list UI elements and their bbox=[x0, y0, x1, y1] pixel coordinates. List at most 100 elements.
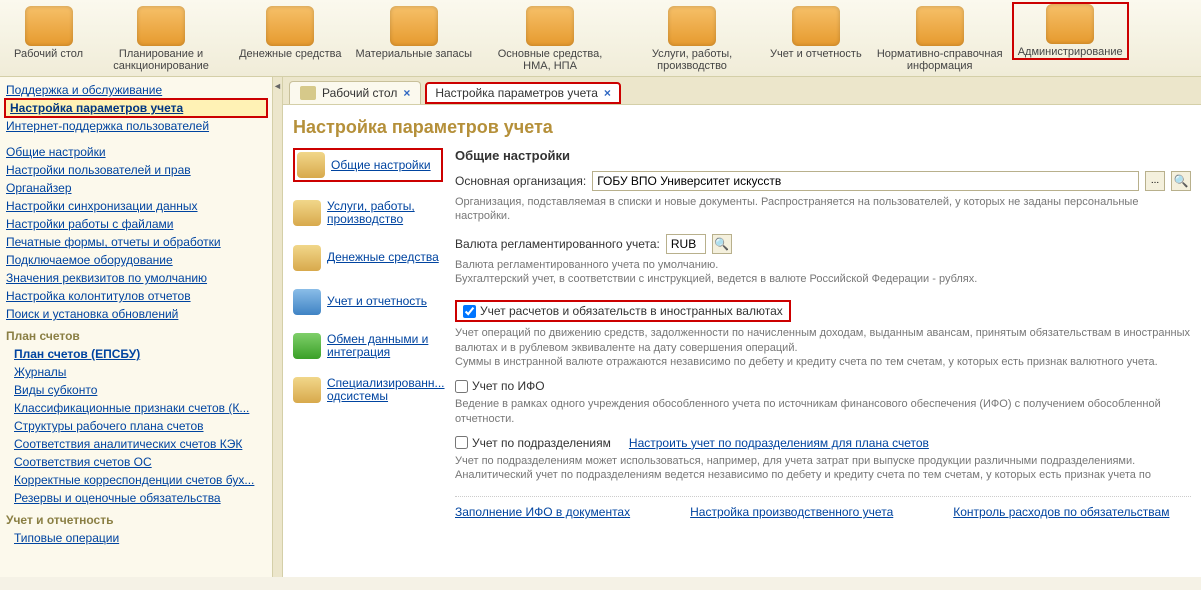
bottom-links: Заполнение ИФО в документах Настройка пр… bbox=[455, 496, 1191, 519]
sb-subkonto[interactable]: Виды субконто bbox=[14, 381, 266, 399]
tool-label: Нормативно-справочная информация bbox=[876, 48, 1004, 72]
tab-settings[interactable]: Настройка параметров учета × bbox=[425, 82, 621, 104]
sb-general[interactable]: Общие настройки bbox=[6, 143, 266, 161]
assets-icon bbox=[526, 6, 574, 46]
tool-cash[interactable]: Денежные средства bbox=[233, 4, 347, 62]
help-line: Валюта регламентированного учета по умол… bbox=[455, 259, 718, 271]
sb-plan-main[interactable]: План счетов (ЕПСБУ) bbox=[14, 345, 266, 363]
sb-print[interactable]: Печатные формы, отчеты и обработки bbox=[6, 233, 266, 251]
tool-label: Услуги, работы, производство bbox=[628, 48, 756, 72]
foreign-currency-checkbox[interactable] bbox=[463, 305, 476, 318]
sb-correspond[interactable]: Корректные корреспонденции счетов бух... bbox=[14, 471, 266, 489]
tool-materials[interactable]: Материальные запасы bbox=[350, 4, 479, 62]
section-nav: Общие настройки Услуги, работы, производ… bbox=[293, 148, 443, 519]
sb-analytic-kek[interactable]: Соответствия аналитических счетов КЭК bbox=[14, 435, 266, 453]
sb-typical-ops[interactable]: Типовые операции bbox=[14, 529, 266, 547]
exchange-icon bbox=[293, 333, 321, 359]
services-icon bbox=[668, 6, 716, 46]
close-icon[interactable]: × bbox=[403, 86, 410, 100]
org-search-button[interactable]: 🔍 bbox=[1171, 171, 1191, 191]
nav-services[interactable]: Услуги, работы, производство bbox=[293, 200, 443, 226]
section-title: Общие настройки bbox=[455, 148, 1191, 163]
accounting-icon bbox=[792, 6, 840, 46]
tool-accounting[interactable]: Учет и отчетность bbox=[764, 4, 868, 62]
nav-label: Специализированн... одсистемы bbox=[327, 377, 445, 403]
tool-label: Основные средства, НМА, НПА bbox=[486, 48, 614, 72]
nav-label: Денежные средства bbox=[327, 251, 439, 264]
prod-account-link[interactable]: Настройка производственного учета bbox=[690, 505, 893, 519]
sb-devices[interactable]: Подключаемое оборудование bbox=[6, 251, 266, 269]
tool-reference[interactable]: Нормативно-справочная информация bbox=[870, 4, 1010, 74]
sb-updates[interactable]: Поиск и установка обновлений bbox=[6, 305, 266, 323]
nav-accounting[interactable]: Учет и отчетность bbox=[293, 289, 443, 315]
sb-organizer[interactable]: Органайзер bbox=[6, 179, 266, 197]
tool-label: Администрирование bbox=[1018, 46, 1123, 58]
sb-reserves[interactable]: Резервы и оценочные обязательства bbox=[14, 489, 266, 507]
nav-cash[interactable]: Денежные средства bbox=[293, 245, 443, 271]
tool-label: Материальные запасы bbox=[356, 48, 473, 60]
org-label: Основная организация: bbox=[455, 174, 586, 188]
expense-control-link[interactable]: Контроль расходов по обязательствам bbox=[953, 505, 1169, 519]
sb-classif[interactable]: Классификационные признаки счетов (К... bbox=[14, 399, 266, 417]
sb-internet[interactable]: Интернет-поддержка пользователей bbox=[6, 117, 266, 135]
tab-desktop[interactable]: Рабочий стол × bbox=[289, 81, 421, 104]
currency-input[interactable] bbox=[666, 234, 706, 254]
org-dots-button[interactable]: ... bbox=[1145, 171, 1165, 191]
dept-checkbox[interactable] bbox=[455, 436, 468, 449]
tabs-row: Рабочий стол × Настройка параметров учет… bbox=[283, 77, 1201, 105]
foreign-help: Учет операций по движению средств, задол… bbox=[455, 326, 1191, 369]
foreign-currency-checkbox-row: Учет расчетов и обязательств в иностранн… bbox=[455, 300, 791, 322]
nav-special[interactable]: Специализированн... одсистемы bbox=[293, 377, 443, 403]
currency-label: Валюта регламентированного учета: bbox=[455, 237, 660, 251]
sb-support[interactable]: Поддержка и обслуживание bbox=[6, 81, 266, 99]
tool-label: Планирование и санкционирование bbox=[97, 48, 225, 72]
tool-desktop[interactable]: Рабочий стол bbox=[8, 4, 89, 62]
tool-admin[interactable]: Администрирование bbox=[1012, 2, 1129, 60]
sidebar: Поддержка и обслуживание Настройка парам… bbox=[0, 77, 273, 577]
tool-label: Денежные средства bbox=[239, 48, 341, 60]
sb-structures[interactable]: Структуры рабочего плана счетов bbox=[14, 417, 266, 435]
dept-config-link[interactable]: Настроить учет по подразделениям для пла… bbox=[629, 436, 929, 450]
services-icon bbox=[293, 200, 321, 226]
desktop-tab-icon bbox=[300, 86, 316, 100]
cb-label: Учет по подразделениям bbox=[472, 436, 611, 450]
admin-icon bbox=[1046, 4, 1094, 44]
form-area: Общие настройки Основная организация: ..… bbox=[455, 148, 1191, 519]
ifo-fill-link[interactable]: Заполнение ИФО в документах bbox=[455, 505, 630, 519]
currency-search-button[interactable]: 🔍 bbox=[712, 234, 732, 254]
sidebar-collapse[interactable]: ◄ bbox=[273, 77, 283, 577]
tab-label: Рабочий стол bbox=[322, 86, 397, 100]
help-line: Бухгалтерский учет, в соответствии с инс… bbox=[455, 273, 977, 285]
tool-assets[interactable]: Основные средства, НМА, НПА bbox=[480, 4, 620, 74]
sb-users[interactable]: Настройки пользователей и прав bbox=[6, 161, 266, 179]
currency-help: Валюта регламентированного учета по умол… bbox=[455, 258, 1191, 287]
sb-headers[interactable]: Настройка колонтитулов отчетов bbox=[6, 287, 266, 305]
tool-label: Рабочий стол bbox=[14, 48, 83, 60]
sb-journals[interactable]: Журналы bbox=[14, 363, 266, 381]
org-help: Организация, подставляемая в списки и но… bbox=[455, 195, 1191, 224]
cash-icon bbox=[293, 245, 321, 271]
reference-icon bbox=[916, 6, 964, 46]
tab-label: Настройка параметров учета bbox=[435, 86, 598, 100]
materials-icon bbox=[390, 6, 438, 46]
general-icon bbox=[297, 152, 325, 178]
sb-params[interactable]: Настройка параметров учета bbox=[4, 98, 268, 118]
page-title: Настройка параметров учета bbox=[293, 111, 1191, 148]
sb-sync[interactable]: Настройки синхронизации данных bbox=[6, 197, 266, 215]
sb-os[interactable]: Соответствия счетов ОС bbox=[14, 453, 266, 471]
ifo-checkbox-row: Учет по ИФО bbox=[455, 379, 545, 393]
sb-files[interactable]: Настройки работы с файлами bbox=[6, 215, 266, 233]
nav-label: Услуги, работы, производство bbox=[327, 200, 443, 226]
accounting-icon bbox=[293, 289, 321, 315]
nav-exchange[interactable]: Обмен данными и интеграция bbox=[293, 333, 443, 359]
nav-label: Обмен данными и интеграция bbox=[327, 333, 443, 359]
sb-defaults[interactable]: Значения реквизитов по умолчанию bbox=[6, 269, 266, 287]
nav-general[interactable]: Общие настройки bbox=[293, 148, 443, 182]
tool-services[interactable]: Услуги, работы, производство bbox=[622, 4, 762, 74]
sb-plan-header: План счетов bbox=[6, 323, 266, 345]
tool-planning[interactable]: Планирование и санкционирование bbox=[91, 4, 231, 74]
ifo-checkbox[interactable] bbox=[455, 380, 468, 393]
org-input[interactable] bbox=[592, 171, 1139, 191]
page: Настройка параметров учета Общие настрой… bbox=[283, 105, 1201, 577]
close-icon[interactable]: × bbox=[604, 86, 611, 100]
